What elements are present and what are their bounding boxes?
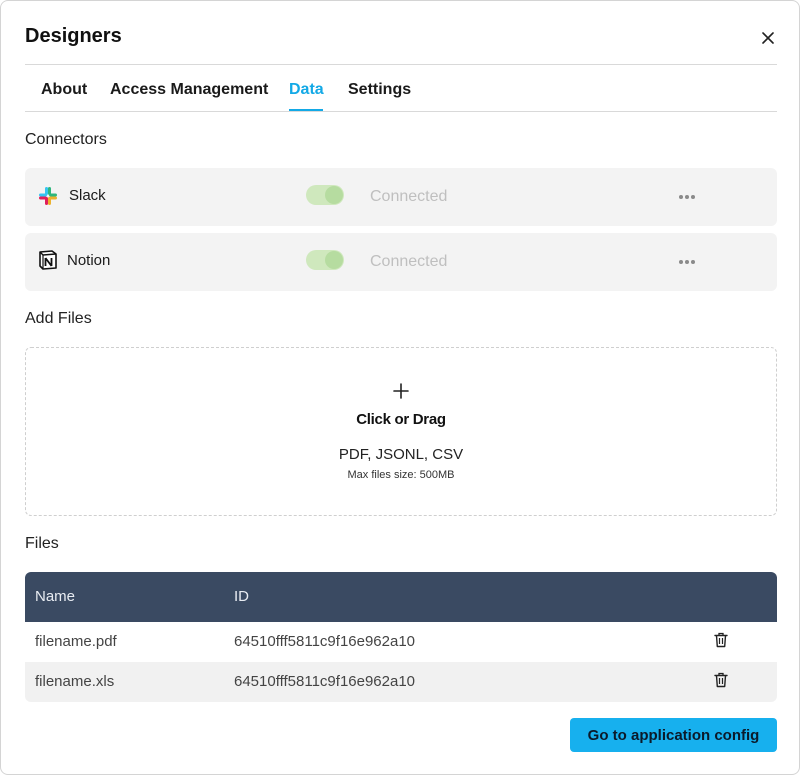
trash-icon[interactable]	[714, 632, 728, 648]
tab-settings[interactable]: Settings	[348, 81, 411, 99]
slack-icon	[37, 185, 59, 207]
active-tab-indicator	[289, 109, 323, 111]
column-header-id: ID	[234, 588, 249, 605]
table-row: filename.xls 64510fff5811c9f16e962a10	[25, 662, 777, 702]
tab-bar: About Access Management Data Settings	[25, 65, 777, 112]
connector-name: Notion	[67, 252, 111, 269]
more-dots-icon[interactable]	[679, 258, 697, 266]
files-heading: Files	[25, 535, 59, 552]
dropzone-max-size: Max files size: 500MB	[347, 469, 455, 481]
tab-access-management[interactable]: Access Management	[110, 81, 268, 99]
dialog-title: Designers	[25, 25, 122, 47]
toggle-knob	[325, 186, 343, 204]
file-id: 64510fff5811c9f16e962a10	[234, 673, 416, 690]
table-row: filename.pdf 64510fff5811c9f16e962a10	[25, 622, 777, 662]
slack-toggle[interactable]	[306, 185, 344, 205]
connectors-heading: Connectors	[25, 131, 107, 148]
notion-toggle[interactable]	[306, 250, 344, 270]
tab-data[interactable]: Data	[289, 81, 324, 99]
add-files-heading: Add Files	[25, 310, 92, 327]
file-name: filename.pdf	[35, 633, 117, 650]
close-icon[interactable]	[757, 27, 779, 49]
trash-icon[interactable]	[714, 672, 728, 688]
toggle-knob	[325, 251, 343, 269]
dropzone-file-types: PDF, JSONL, CSV	[338, 446, 464, 463]
connector-name: Slack	[69, 187, 106, 204]
go-to-application-config-button[interactable]: Go to application config	[570, 718, 777, 752]
file-name: filename.xls	[35, 673, 115, 690]
tab-about[interactable]: About	[41, 81, 87, 99]
plus-icon	[392, 382, 410, 400]
connector-status: Connected	[370, 188, 448, 205]
table-header: Name ID	[25, 572, 777, 622]
connector-row-slack: Slack Connected	[25, 168, 777, 226]
connector-row-notion: Notion Connected	[25, 233, 777, 291]
connector-status: Connected	[370, 253, 448, 270]
designers-dialog: Designers About Access Management Data S…	[0, 0, 800, 775]
more-dots-icon[interactable]	[679, 193, 697, 201]
column-header-name: Name	[35, 588, 76, 605]
dropzone-title: Click or Drag	[356, 411, 446, 428]
notion-icon	[37, 249, 59, 271]
file-dropzone[interactable]: Click or Drag PDF, JSONL, CSV Max files …	[25, 347, 777, 516]
file-id: 64510fff5811c9f16e962a10	[234, 633, 416, 650]
